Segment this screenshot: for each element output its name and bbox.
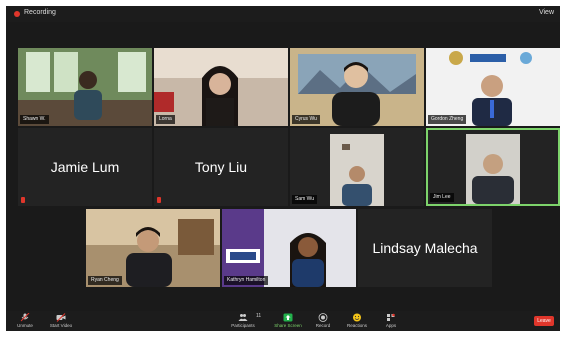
apps-label: Apps — [385, 323, 397, 328]
participant-name: Cyrus Wu — [292, 115, 320, 124]
recording-label: Recording — [24, 9, 56, 16]
unmute-label: Unmute — [17, 323, 33, 328]
muted-mic-icon — [157, 197, 161, 203]
leave-button[interactable]: Leave — [534, 316, 554, 326]
participant-name: Gordon Zheng — [428, 115, 467, 124]
microphone-muted-icon — [20, 313, 30, 322]
participant-tile[interactable]: Shawn W. — [18, 48, 152, 126]
participants-count-badge: 11 — [256, 313, 262, 319]
participant-name-display: Jamie Lum — [50, 159, 120, 175]
unmute-button[interactable]: Unmute — [8, 313, 42, 328]
organization-logo-icon — [470, 54, 506, 62]
participants-button[interactable]: Participants — [226, 313, 260, 328]
share-screen-button[interactable]: Share Screen — [271, 313, 305, 328]
start-video-button[interactable]: Start Video — [44, 313, 78, 328]
muted-mic-icon — [21, 197, 25, 203]
participant-tile[interactable]: Jamie Lum — [18, 128, 152, 206]
participant-name: Shawn W. — [20, 115, 49, 124]
participant-name: Ryan Cheng — [88, 276, 122, 285]
view-button[interactable]: View — [539, 9, 554, 16]
participant-tile[interactable]: Gordon Zheng — [426, 48, 560, 126]
zoom-meeting-window: Recording View Shawn W. Lorna Cyrus Wu G… — [6, 6, 560, 331]
usda-logo-icon — [230, 252, 256, 260]
reactions-label: Reactions — [346, 323, 367, 328]
meeting-toolbar: Unmute Start Video Participants 11 Share… — [6, 311, 560, 331]
participant-tile[interactable]: Kathryn Hamilton — [222, 209, 356, 287]
participants-icon — [238, 314, 248, 321]
participant-tile[interactable]: Ryan Cheng — [86, 209, 220, 287]
participant-tile[interactable]: Sam Wu — [290, 128, 424, 206]
participants-label: Participants — [231, 323, 255, 328]
participant-name: Lorna — [156, 115, 175, 124]
participant-tile[interactable]: Lindsay Malecha — [358, 209, 492, 287]
share-screen-icon — [283, 313, 293, 322]
seal-logo-icon — [449, 51, 463, 65]
apps-icon — [387, 313, 395, 321]
video-camera-off-icon — [56, 313, 66, 322]
record-label: Record — [315, 323, 331, 328]
partner-logo-icon — [520, 52, 532, 64]
apps-button[interactable]: Apps — [374, 313, 408, 328]
participant-name: Sam Wu — [292, 195, 318, 204]
top-bar: Recording View — [6, 6, 560, 22]
participant-name-display: Tony Liu — [194, 159, 248, 175]
share-screen-label: Share Screen — [274, 323, 302, 328]
participant-name: Kathryn Hamilton — [224, 276, 269, 285]
reactions-icon — [353, 313, 361, 322]
record-button[interactable]: Record — [306, 313, 340, 328]
participant-tile[interactable]: Cyrus Wu — [290, 48, 424, 126]
participant-tile[interactable]: Tony Liu — [154, 128, 288, 206]
participant-tile[interactable]: Lorna — [154, 48, 288, 126]
recording-indicator-icon — [14, 11, 20, 17]
start-video-label: Start Video — [49, 323, 73, 328]
reactions-button[interactable]: Reactions — [340, 313, 374, 328]
participant-name: Jim Lee — [430, 193, 454, 202]
participant-tile-active-speaker[interactable]: Jim Lee — [426, 128, 560, 206]
participant-name-display: Lindsay Malecha — [372, 240, 478, 256]
record-icon — [318, 313, 328, 322]
